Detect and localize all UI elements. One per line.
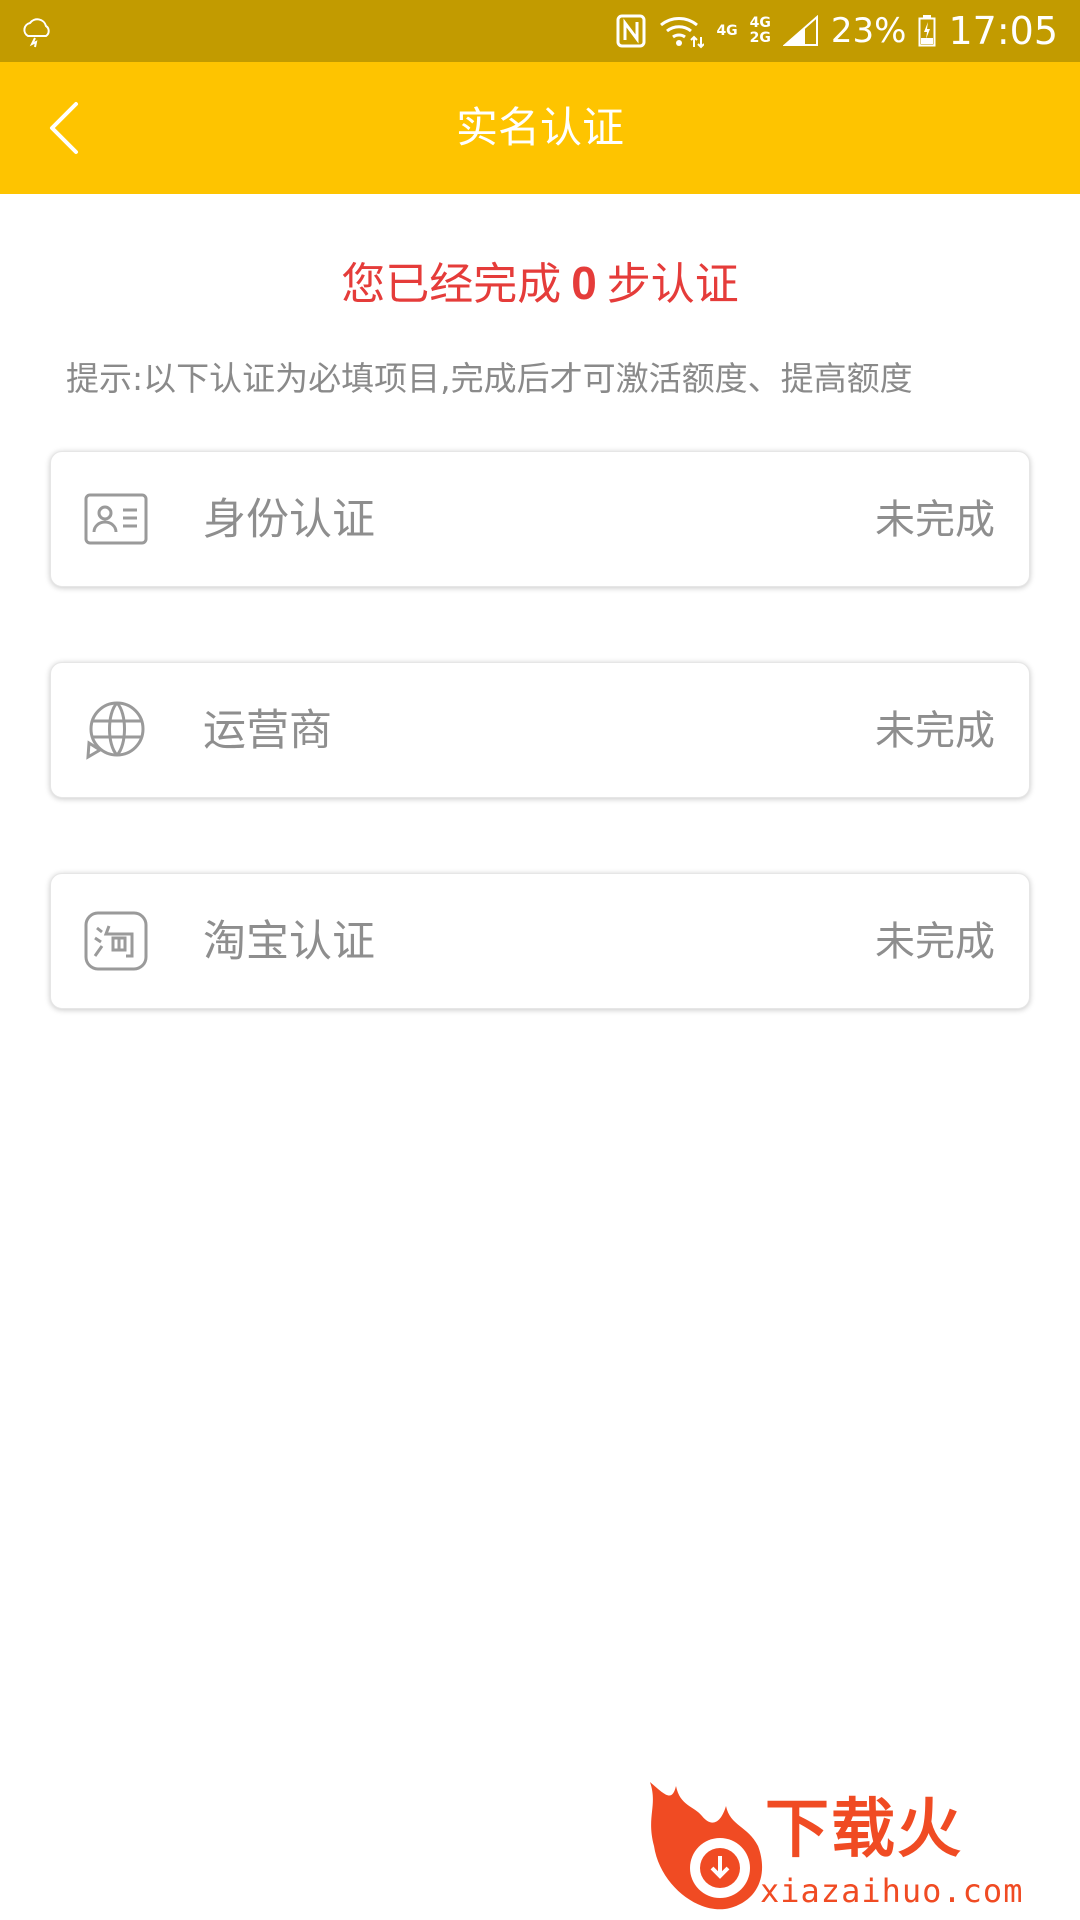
wifi-icon xyxy=(660,17,705,49)
signal-icon xyxy=(782,15,818,46)
item-label: 身份认证 xyxy=(203,495,375,545)
progress-count: 0 xyxy=(571,257,597,309)
watermark-brand: 下载火 xyxy=(765,1793,963,1867)
item-status: 未完成 xyxy=(875,919,995,965)
nfc-icon xyxy=(616,14,646,48)
status-bar: 4G 4G 2G 23% 17:05 xyxy=(0,0,1080,62)
taobao-icon xyxy=(84,911,148,971)
watermark-logo: 下载火 xiazaihuo.com xyxy=(640,1776,1080,1920)
progress-suffix: 步认证 xyxy=(606,259,739,310)
dual-network-label: 4G 2G xyxy=(749,15,771,46)
progress-summary: 您已经完成 0 步认证 xyxy=(0,248,1080,312)
flame-logo-icon xyxy=(650,1782,763,1910)
verification-item-carrier[interactable]: 运营商 未完成 xyxy=(50,662,1030,798)
network-type-label: 4G xyxy=(716,22,738,39)
progress-prefix: 您已经完成 xyxy=(341,259,562,310)
item-status: 未完成 xyxy=(875,708,995,754)
carrier-globe-icon xyxy=(86,701,145,760)
verification-item-identity[interactable]: 身份认证 未完成 xyxy=(50,451,1030,587)
app-header: 实名认证 xyxy=(0,62,1080,194)
weather-cloud-icon xyxy=(23,18,50,48)
tip-text: 提示:以下认证为必填项目,完成后才可激活额度、提高额度 xyxy=(66,359,913,398)
battery-charging-icon xyxy=(918,15,936,47)
clock: 17:05 xyxy=(948,9,1058,53)
watermark-domain: xiazaihuo.com xyxy=(760,1872,1024,1910)
id-card-icon xyxy=(84,493,148,545)
item-label: 运营商 xyxy=(203,706,332,756)
page-title: 实名认证 xyxy=(455,103,624,152)
item-label: 淘宝认证 xyxy=(203,917,375,967)
battery-percent: 23% xyxy=(830,11,907,51)
item-status: 未完成 xyxy=(875,497,995,543)
verification-item-taobao[interactable]: 淘宝认证 未完成 xyxy=(50,873,1030,1009)
